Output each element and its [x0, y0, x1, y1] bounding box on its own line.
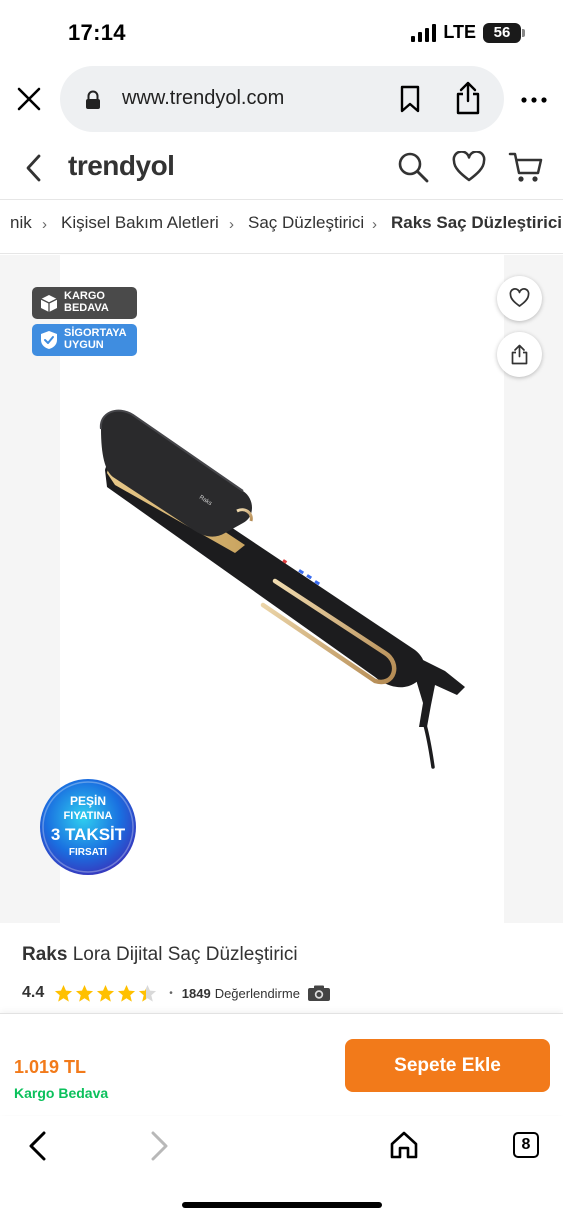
browser-address-bar: www.trendyol.com: [0, 66, 563, 134]
network-type: LTE: [443, 22, 476, 42]
share-product-button[interactable]: [497, 332, 542, 377]
bookmark-icon[interactable]: [398, 85, 422, 113]
breadcrumb-item[interactable]: Kişisel Bakım Aletleri: [61, 213, 219, 233]
breadcrumb-current: Raks Saç Düzleştirici: [391, 213, 563, 232]
trendyol-logo[interactable]: trendyol: [68, 150, 175, 182]
rating-value: 4.4: [22, 984, 45, 1001]
status-time: 17:14: [68, 20, 126, 45]
product-price: 1.019 TL: [14, 1057, 87, 1077]
badge-line: BEDAVA: [64, 302, 109, 314]
free-shipping-badge: KARGO BEDAVA: [32, 287, 137, 319]
installment-promo-badge: PEŞİN FIYATINA 3 TAKSİT FIRSATI: [40, 779, 136, 875]
search-icon[interactable]: [396, 150, 430, 184]
review-label: Değerlendirme: [214, 985, 300, 1001]
rating-stars: [54, 984, 157, 1003]
tabs-button[interactable]: 8: [513, 1132, 539, 1158]
separator-dot: •: [169, 987, 173, 999]
home-indicator: [182, 1202, 382, 1208]
shield-check-icon: [41, 331, 57, 349]
rating-summary[interactable]: 4.4 • 1849 Değerlendirme: [22, 981, 331, 1005]
breadcrumb-item[interactable]: Saç Düzleştirici: [248, 213, 364, 233]
free-shipping-label: Kargo Bedava: [14, 1085, 109, 1101]
share-icon: [511, 344, 528, 365]
star-icon: [118, 984, 136, 1002]
breadcrumb-separator-icon: ›: [229, 216, 234, 233]
package-icon: [40, 295, 58, 312]
close-icon[interactable]: [14, 84, 44, 114]
product-name: Lora Dijital Saç Düzleştirici: [72, 944, 298, 965]
status-indicators: LTE 56: [411, 22, 525, 43]
insurance-badge: SİGORTAYA UYGUN: [32, 324, 137, 356]
share-icon[interactable]: [454, 81, 482, 115]
product-image-gallery[interactable]: KARGO BEDAVA SİGORTAYA UYGUN Raks PEŞİN …: [0, 255, 563, 923]
breadcrumb-separator-icon: ›: [42, 216, 47, 233]
lock-icon: [86, 90, 100, 109]
breadcrumb-item[interactable]: nik: [10, 213, 32, 233]
favorites-heart-icon[interactable]: [452, 151, 486, 183]
add-to-favorites-button[interactable]: [497, 276, 542, 321]
purchase-bar: 1.019 TL Kargo Bedava Sepete Ekle: [0, 1013, 563, 1115]
status-bar: 17:14 LTE 56: [0, 0, 563, 68]
back-icon[interactable]: [26, 1130, 50, 1162]
signal-icon: [411, 23, 437, 42]
promo-line: PEŞİN: [70, 793, 106, 808]
url-text: www.trendyol.com: [122, 87, 285, 109]
forward-icon[interactable]: [147, 1130, 171, 1162]
url-field[interactable]: www.trendyol.com: [60, 66, 504, 132]
browser-toolbar: 8: [0, 1116, 563, 1219]
more-options-icon[interactable]: [520, 88, 548, 112]
promo-line: FIRSATI: [69, 847, 107, 858]
star-icon: [55, 984, 73, 1002]
battery-icon: 56: [483, 22, 525, 43]
heart-icon: [509, 288, 530, 307]
badge-line: KARGO: [64, 290, 105, 302]
product-image: Raks: [99, 409, 465, 769]
app-header: trendyol: [0, 136, 563, 200]
product-title: Raks Lora Dijital Saç Düzleştirici: [22, 944, 298, 966]
breadcrumb: nik › Kişisel Bakım Aletleri › Saç Düzle…: [0, 200, 563, 254]
star-icon: [76, 984, 94, 1002]
home-icon[interactable]: [389, 1130, 419, 1160]
camera-icon: [307, 985, 330, 1001]
product-brand[interactable]: Raks: [22, 944, 67, 965]
star-icon: [97, 984, 115, 1002]
breadcrumb-separator-icon: ›: [372, 216, 377, 233]
review-count: 1849: [181, 985, 211, 1001]
promo-line: FIYATINA: [64, 810, 113, 822]
promo-line: 3 TAKSİT: [51, 825, 126, 844]
star-icon: [139, 984, 157, 1002]
add-to-cart-button[interactable]: Sepete Ekle: [345, 1039, 550, 1092]
back-chevron-icon[interactable]: [22, 152, 46, 184]
badge-line: SİGORTAYA: [64, 327, 127, 339]
cart-icon[interactable]: [508, 150, 544, 184]
badge-line: UYGUN: [64, 339, 104, 351]
